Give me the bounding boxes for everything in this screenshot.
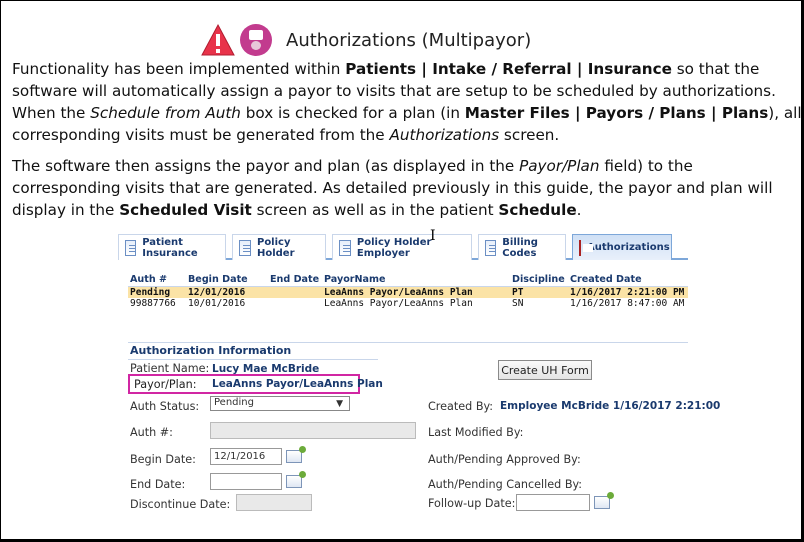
tab-label: Policy Holder Employer [356,236,432,259]
end-date-label: End Date: [130,478,186,491]
cell: 99887766 [130,298,176,309]
cell: LeaAnns Payor/LeaAnns Plan [324,298,473,309]
tab-policy-holder-employer[interactable]: Policy Holder Employer [332,234,472,260]
cell [270,298,324,309]
cell: Pending [130,287,171,298]
created-by-label: Created By: [428,400,494,413]
cell: SN [512,298,524,309]
text: box is checked for a plan (in [240,104,465,122]
discontinue-date-label: Discontinue Date: [130,498,231,511]
tab-label: Billing Codes [502,236,538,259]
last-modified-label: Last Modified By: [428,426,524,439]
authorizations-grid: Auth # Begin Date End Date PayorName Dis… [128,274,688,343]
detail-paragraph: The software then assigns the payor and … [12,155,792,221]
tab-label: Policy Holder [256,236,295,259]
tab-patient-insurance[interactable]: Patient Insurance [118,234,226,260]
column-header[interactable]: End Date [270,274,324,286]
text: Functionality has been implemented withi… [12,60,346,78]
column-header[interactable]: Discipline [512,274,570,286]
warning-icon [200,22,236,58]
tab-policy-holder[interactable]: Policy Holder [232,234,326,260]
text: screen as well as in the patient [251,201,499,219]
intro-paragraph: Functionality has been implemented withi… [12,58,802,146]
field-name: Schedule from Auth [90,104,241,122]
text: screen. [499,126,560,144]
cell: LeaAnns Payor/LeaAnns Plan [324,287,473,298]
screen-name: Authorizations [389,126,500,144]
page-title: Authorizations (Multipayor) [286,29,532,51]
menu-path: Master Files | Payors / Plans | Plans [464,104,769,122]
page-heading: Authorizations (Multipayor) [200,22,531,58]
approved-by-label: Auth/Pending Approved By: [428,453,581,466]
selected-value: Pending [214,397,254,408]
create-uh-form-button[interactable]: Create UH Form [498,360,592,380]
payor-plan-value: LeaAnns Payor/LeaAnns Plan [212,378,383,390]
cell: 10/01/2016 [188,298,246,309]
cell: 1/16/2017 8:47:00 AM [570,298,685,309]
column-header[interactable]: Begin Date [188,274,270,286]
grid-header: Auth # Begin Date End Date PayorName Dis… [128,274,688,287]
tab-label: Authorizations [587,242,670,253]
text: . [576,201,582,219]
auth-number-label: Auth #: [130,426,173,439]
authorizations-icon [579,239,593,256]
begin-date-label: Begin Date: [130,453,196,466]
table-row[interactable]: Pending 12/01/2016 LeaAnns Payor/LeaAnns… [128,287,688,298]
begin-date-field[interactable]: 12/1/2016 [210,448,282,465]
payor-plan-label: Payor/Plan: [134,378,197,391]
auth-status-select[interactable]: Pending ▼ [210,396,350,411]
discontinue-date-field[interactable] [236,494,312,511]
calendar-icon[interactable] [286,446,306,463]
cell [270,287,324,298]
column-header[interactable]: Created Date [570,274,688,286]
section-title: Authorization Information [128,342,378,360]
end-date-field[interactable] [210,473,282,490]
text-cursor-icon: I [430,228,436,244]
screen-name: Scheduled Visit [119,201,252,219]
screen-name: Schedule [498,201,577,219]
text: The software then assigns the payor and … [12,157,520,175]
table-row[interactable]: 99887766 10/01/2016 LeaAnns Payor/LeaAnn… [128,298,688,309]
tab-authorizations[interactable]: Authorizations [572,234,672,260]
cell: PT [512,287,524,298]
document-icon [485,239,497,256]
tab-label: Patient Insurance [142,236,198,259]
cell: 12/01/2016 [188,287,246,298]
field-name: Payor/Plan [519,157,600,175]
column-header[interactable]: Auth # [128,274,188,286]
followup-date-label: Follow-up Date: [428,497,516,510]
column-header[interactable]: PayorName [324,274,512,286]
document-icon [339,239,351,256]
calendar-icon[interactable] [286,471,306,488]
cancelled-by-label: Auth/Pending Cancelled By: [428,478,583,491]
cell: 1/16/2017 2:21:00 PM [570,287,685,298]
auth-number-field[interactable] [210,422,416,439]
document-icon [125,239,137,256]
created-by-value: Employee McBride 1/16/2017 2:21:00 [500,400,721,412]
tab-billing-codes[interactable]: Billing Codes [478,234,566,260]
document-icon [239,239,251,256]
grid-empty-area [128,309,688,343]
embedded-screenshot: Patient Insurance Policy Holder Policy H… [118,230,720,530]
followup-date-field[interactable] [516,494,590,511]
tab-bar: Patient Insurance Policy Holder Policy H… [118,230,688,260]
menu-path: Patients | Intake / Referral | Insurance [345,60,672,78]
nurse-icon [240,24,272,56]
calendar-icon[interactable] [594,492,614,509]
auth-status-label: Auth Status: [130,400,200,413]
chevron-down-icon: ▼ [336,399,343,409]
